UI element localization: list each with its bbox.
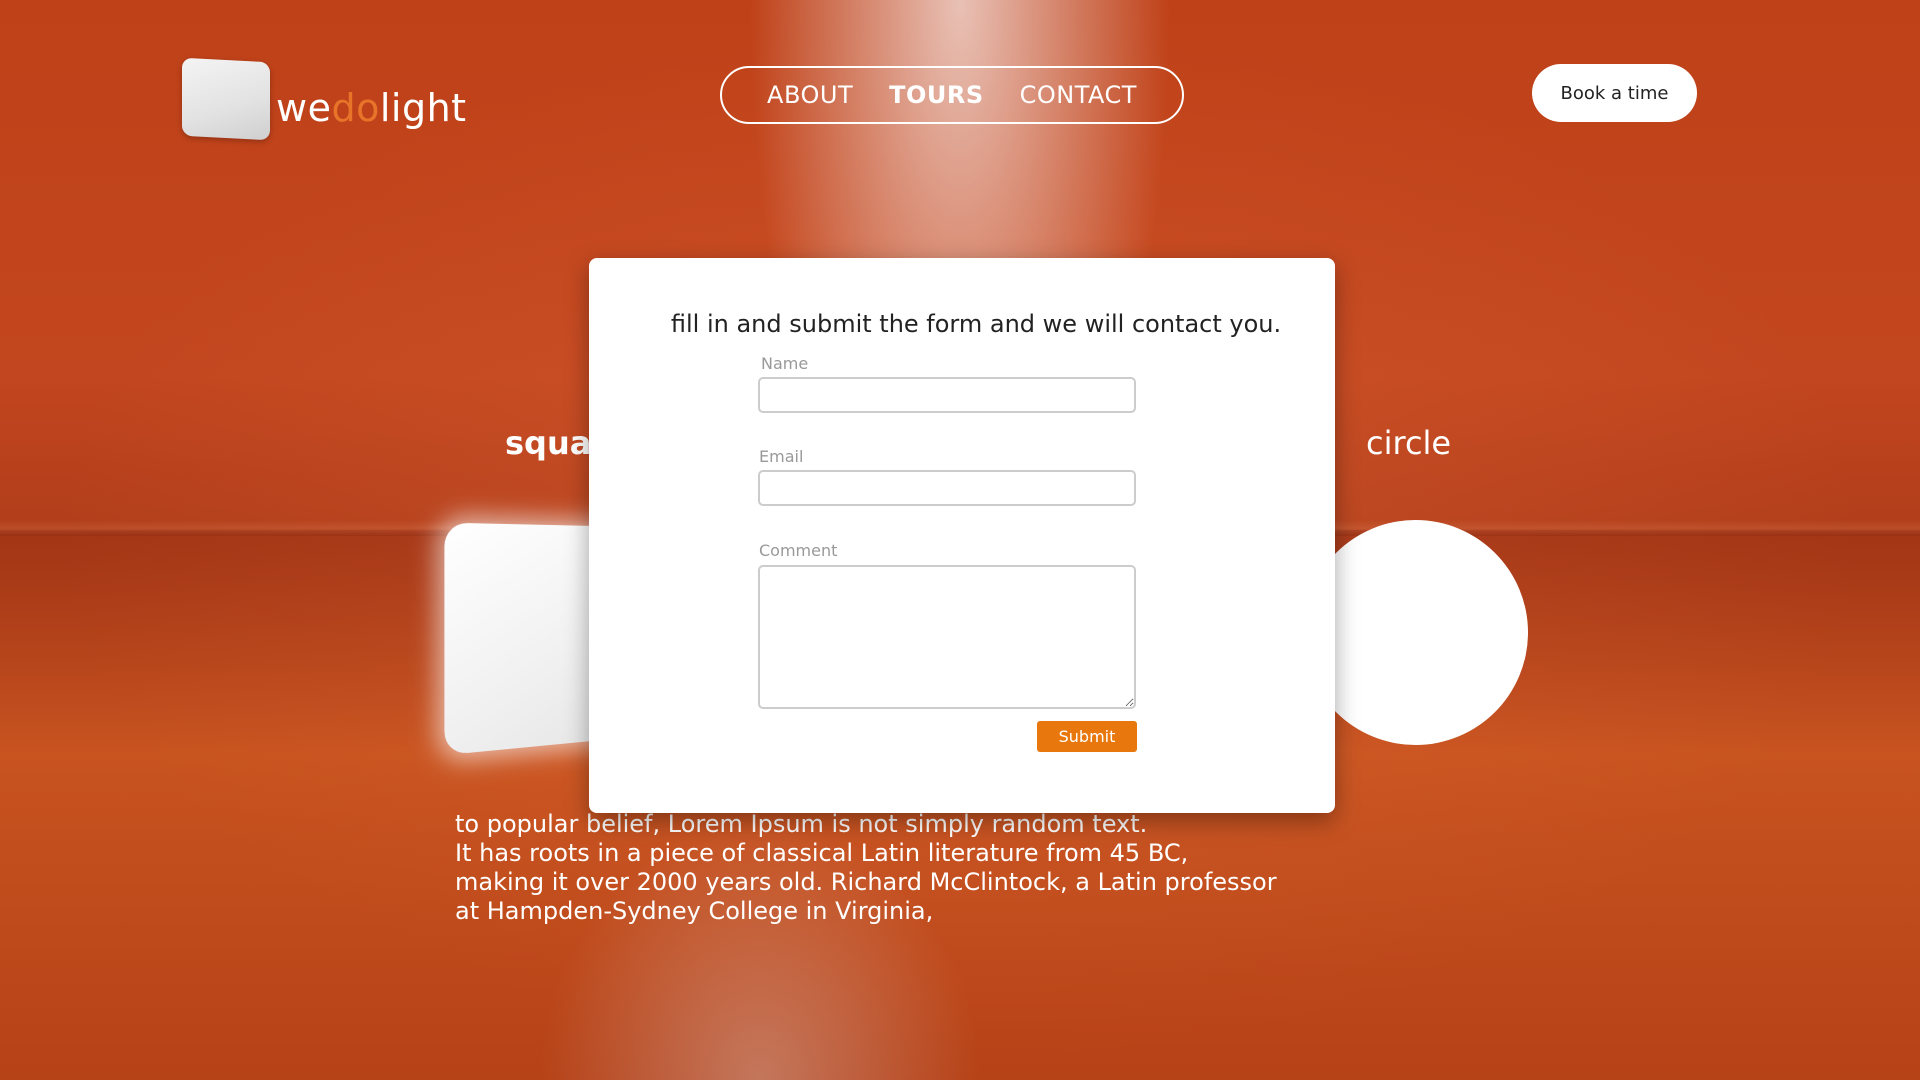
nav-item-contact[interactable]: CONTACT: [1020, 81, 1137, 109]
circle-shape: [1303, 520, 1528, 745]
cube-logo-icon: [182, 57, 270, 141]
logo-text-do: do: [331, 86, 380, 130]
contact-form-modal: fill in and submit the form and we will …: [589, 258, 1335, 813]
name-field[interactable]: [758, 377, 1136, 413]
body-text-line: at Hampden-Sydney College in Virginia,: [455, 897, 934, 925]
name-label: Name: [761, 354, 809, 373]
body-text: to popular belief, Lorem Ipsum is not si…: [455, 810, 1277, 926]
logo-text-light: light: [379, 86, 467, 130]
comment-field[interactable]: [758, 565, 1136, 709]
modal-title: fill in and submit the form and we will …: [670, 310, 1282, 338]
body-text-line: It has roots in a piece of classical Lat…: [455, 839, 1189, 867]
logo-text: wedolight: [276, 86, 467, 130]
comment-label: Comment: [759, 541, 838, 560]
nav-item-tours[interactable]: TOURS: [889, 81, 984, 109]
nav-item-about[interactable]: ABOUT: [767, 81, 853, 109]
submit-button[interactable]: Submit: [1037, 721, 1137, 752]
email-label: Email: [759, 447, 804, 466]
body-text-line: to popular belief, Lorem Ipsum is not si…: [455, 810, 1148, 838]
email-field[interactable]: [758, 470, 1136, 506]
main-nav: ABOUT TOURS CONTACT: [720, 66, 1184, 124]
body-text-line: making it over 2000 years old. Richard M…: [455, 868, 1277, 896]
circle-label: circle: [1366, 424, 1452, 462]
logo-text-we: we: [276, 86, 332, 130]
logo[interactable]: wedolight: [180, 57, 466, 148]
book-a-time-button[interactable]: Book a time: [1532, 64, 1697, 122]
